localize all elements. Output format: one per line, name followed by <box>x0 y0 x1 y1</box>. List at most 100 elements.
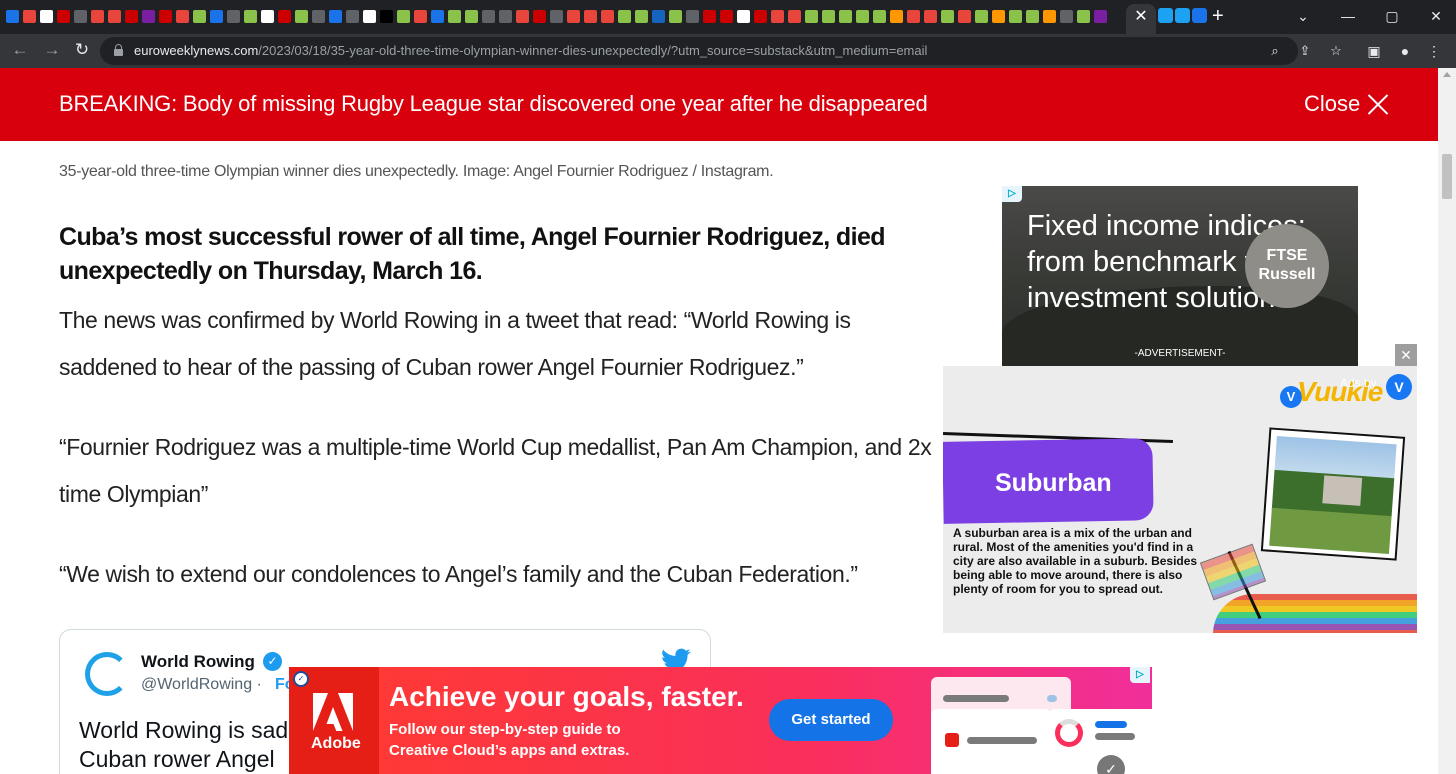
back-button[interactable]: ← <box>8 39 32 61</box>
tab-favicon-icon[interactable] <box>584 10 597 23</box>
new-tab-button[interactable]: + <box>1212 5 1224 27</box>
tab-favicon-icon[interactable] <box>822 10 835 23</box>
tab-favicon-icon[interactable] <box>431 10 444 23</box>
tab-favicon-icon[interactable] <box>754 10 767 23</box>
tab-favicon-twitter-icon[interactable] <box>1158 8 1173 23</box>
tab-favicon-icon[interactable] <box>992 10 1005 23</box>
tab-favicon-icon[interactable] <box>91 10 104 23</box>
tab-favicon-icon[interactable] <box>57 10 70 23</box>
tab-favicon-icon[interactable] <box>958 10 971 23</box>
tab-favicon-icon[interactable] <box>261 10 274 23</box>
profile-icon[interactable]: ● <box>1395 41 1415 61</box>
adchoices-icon[interactable]: ▷ <box>1002 186 1022 202</box>
vuukle-ad-close-button[interactable]: ✕ <box>1395 344 1417 366</box>
tab-favicon-icon[interactable] <box>244 10 257 23</box>
ftse-russell-ad[interactable]: ▷ Fixed income indices: from benchmark t… <box>1002 186 1358 366</box>
bookmark-star-icon[interactable]: ☆ <box>1326 42 1346 62</box>
tab-favicon-icon[interactable] <box>499 10 512 23</box>
tab-favicon-icon[interactable] <box>975 10 988 23</box>
forward-button[interactable]: → <box>40 39 64 61</box>
tab-favicon-icon[interactable] <box>448 10 461 23</box>
url-text[interactable]: euroweeklynews.com/2023/03/18/35-year-ol… <box>134 43 927 58</box>
ad-privacy-shield-icon[interactable]: ✓ <box>293 671 309 687</box>
tab-favicon-icon[interactable] <box>6 10 19 23</box>
tab-favicon-icon[interactable] <box>74 10 87 23</box>
tab-favicon-icon[interactable] <box>346 10 359 23</box>
minimize-button[interactable]: — <box>1336 5 1360 27</box>
tab-favicons[interactable] <box>6 8 1126 26</box>
tab-favicon-icon[interactable] <box>227 10 240 23</box>
side-panel-icon[interactable]: ▣ <box>1364 41 1384 61</box>
reload-button[interactable]: ↻ <box>70 39 94 61</box>
tab-favicon-icon[interactable] <box>941 10 954 23</box>
tab-favicon-icon[interactable] <box>210 10 223 23</box>
tab-favicon-icon[interactable] <box>278 10 291 23</box>
tab-favicon-icon[interactable] <box>176 10 189 23</box>
tab-favicon-icon[interactable] <box>193 10 206 23</box>
tab-favicon-icon[interactable] <box>363 10 376 23</box>
tab-favicon-icon[interactable] <box>1094 10 1107 23</box>
tab-favicon-icon[interactable] <box>159 10 172 23</box>
tab-favicon-icon[interactable] <box>1077 10 1090 23</box>
tab-favicon-icon[interactable] <box>720 10 733 23</box>
tab-favicon-icon[interactable] <box>380 10 393 23</box>
tab-favicon-icon[interactable] <box>533 10 546 23</box>
active-tab-close-button[interactable]: ✕ <box>1126 4 1156 34</box>
tab-favicon-icon[interactable] <box>329 10 342 23</box>
tab-favicon-icon[interactable] <box>601 10 614 23</box>
tweet-author-handle[interactable]: @WorldRowing · <box>141 676 262 694</box>
lock-icon[interactable] <box>114 44 123 56</box>
close-icon[interactable] <box>1367 93 1389 115</box>
tab-favicon-icon[interactable] <box>312 10 325 23</box>
tab-favicon-icon[interactable] <box>295 10 308 23</box>
tab-favicon-icon[interactable] <box>924 10 937 23</box>
tab-favicon-icon[interactable] <box>1043 10 1056 23</box>
tab-favicon-icon[interactable] <box>856 10 869 23</box>
scroll-thumb[interactable] <box>1442 154 1452 199</box>
tab-favicon-icon[interactable] <box>550 10 563 23</box>
tab-favicon-icon[interactable] <box>652 10 665 23</box>
tab-favicon-icon[interactable] <box>635 10 648 23</box>
breaking-close-button[interactable]: Close <box>1304 91 1360 117</box>
tab-favicon-search-icon[interactable] <box>1192 8 1207 23</box>
maximize-button[interactable]: ▢ <box>1380 5 1404 27</box>
tab-favicon-icon[interactable] <box>40 10 53 23</box>
share-icon[interactable]: ⇪ <box>1295 42 1315 62</box>
vuukle-badge-icon[interactable]: V <box>1386 374 1412 400</box>
tab-favicon-icon[interactable] <box>516 10 529 23</box>
tab-favicon-icon[interactable] <box>125 10 138 23</box>
address-bar[interactable]: euroweeklynews.com/2023/03/18/35-year-ol… <box>100 37 1342 65</box>
world-rowing-avatar[interactable] <box>85 652 129 696</box>
tab-favicon-icon[interactable] <box>907 10 920 23</box>
breaking-news-text[interactable]: BREAKING: Body of missing Rugby League s… <box>59 91 928 117</box>
tab-favicon-icon[interactable] <box>567 10 580 23</box>
tab-favicon-twitter-icon[interactable] <box>1175 8 1190 23</box>
tab-favicon-icon[interactable] <box>142 10 155 23</box>
adobe-ad[interactable]: Adobe ✓ Achieve your goals, faster. Foll… <box>289 667 1152 774</box>
tab-favicon-icon[interactable] <box>788 10 801 23</box>
tab-favicon-icon[interactable] <box>805 10 818 23</box>
adchoices-icon[interactable]: ▷ <box>1130 667 1150 683</box>
vuukle-ad[interactable]: V Vuukle Ads by V Suburban A suburban ar… <box>943 366 1417 633</box>
scroll-up-arrow-icon[interactable] <box>1443 72 1451 77</box>
tab-favicon-icon[interactable] <box>771 10 784 23</box>
get-started-button[interactable]: Get started <box>769 699 893 741</box>
window-close-button[interactable]: ✕ <box>1424 5 1448 27</box>
tab-favicon-icon[interactable] <box>686 10 699 23</box>
menu-icon[interactable]: ⋮ <box>1424 41 1444 61</box>
tab-favicon-icon[interactable] <box>1026 10 1039 23</box>
tab-favicon-icon[interactable] <box>23 10 36 23</box>
tab-favicon-icon[interactable] <box>618 10 631 23</box>
tab-favicon-icon[interactable] <box>465 10 478 23</box>
tab-favicon-icon[interactable] <box>669 10 682 23</box>
tab-favicon-icon[interactable] <box>482 10 495 23</box>
tab-favicon-icon[interactable] <box>737 10 750 23</box>
tab-favicon-icon[interactable] <box>839 10 852 23</box>
tab-favicon-icon[interactable] <box>414 10 427 23</box>
tab-favicon-icon[interactable] <box>890 10 903 23</box>
adobe-ad-headline[interactable]: Achieve your goals, faster. <box>389 681 744 713</box>
tab-search-button[interactable]: ⌄ <box>1291 5 1315 27</box>
tab-favicon-icon[interactable] <box>1060 10 1073 23</box>
tab-favicon-icon[interactable] <box>108 10 121 23</box>
tab-favicon-icon[interactable] <box>1009 10 1022 23</box>
